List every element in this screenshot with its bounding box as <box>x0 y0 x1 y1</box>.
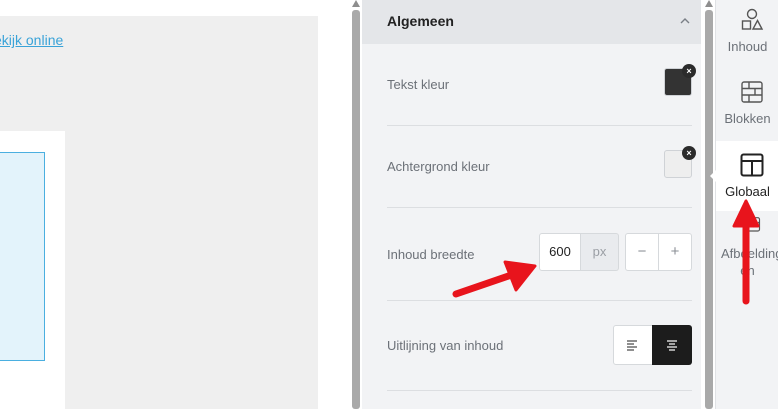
content-width-input[interactable]: 600 <box>539 233 581 271</box>
align-left-button[interactable] <box>613 325 653 365</box>
section-header-algemeen[interactable]: Algemeen <box>362 0 701 44</box>
increase-width-button[interactable]: + <box>658 233 692 271</box>
right-sidebar: Inhoud Blokken Globaal Afbeelding en <box>710 0 778 409</box>
sidebar-item-blokken[interactable]: Blokken <box>716 72 778 142</box>
shapes-icon <box>741 8 764 30</box>
app-root: ekijk online Algemeen Tekst kleur × Acht… <box>0 0 778 409</box>
canvas-scrollbar[interactable] <box>350 0 362 409</box>
row-divider <box>387 207 692 208</box>
content-alignment-label: Uitlijning van inhoud <box>387 338 504 353</box>
align-left-icon <box>627 340 637 351</box>
content-width-label: Inhoud breedte <box>387 247 475 262</box>
sidebar-item-inhoud[interactable]: Inhoud <box>716 0 778 70</box>
scroll-up-arrow-icon[interactable] <box>352 0 360 7</box>
row-divider <box>387 390 692 391</box>
sidebar-item-globaal[interactable]: Globaal <box>710 141 778 211</box>
active-indicator <box>710 170 716 182</box>
decrease-width-button[interactable]: − <box>625 233 659 271</box>
global-settings-panel: Algemeen Tekst kleur × Achtergrond kleur… <box>362 0 701 409</box>
sidebar-item-afbeeldingen[interactable]: Afbeelding en <box>716 211 778 281</box>
view-online-link[interactable]: ekijk online <box>0 32 63 48</box>
clear-text-color-icon[interactable]: × <box>682 64 696 78</box>
clear-background-color-icon[interactable]: × <box>682 146 696 160</box>
sidebar-item-label: Afbeelding <box>721 246 778 261</box>
align-center-button[interactable] <box>652 325 692 365</box>
sidebar-item-label: Globaal <box>725 184 770 199</box>
row-divider <box>387 125 692 126</box>
sidebar-item-label-continuation: en <box>740 263 755 278</box>
text-color-label: Tekst kleur <box>387 77 450 92</box>
align-center-icon <box>667 340 677 351</box>
content-width-unit: px <box>581 233 619 271</box>
email-preview-canvas: ekijk online <box>0 0 350 409</box>
grid-icon <box>741 81 763 103</box>
row-divider <box>387 300 692 301</box>
image-icon <box>743 217 761 232</box>
chevron-up-icon[interactable] <box>680 16 690 26</box>
background-color-label: Achtergrond kleur <box>387 159 490 174</box>
scrollbar-thumb[interactable] <box>705 10 713 409</box>
section-title: Algemeen <box>387 13 454 29</box>
sidebar-item-label: Blokken <box>724 111 771 126</box>
scroll-up-arrow-icon[interactable] <box>705 0 713 7</box>
sidebar-item-label: Inhoud <box>727 39 768 54</box>
layout-icon <box>740 153 764 177</box>
scrollbar-thumb[interactable] <box>352 10 360 409</box>
panel-scrollbar[interactable] <box>701 0 715 409</box>
selected-email-block[interactable] <box>0 152 45 361</box>
